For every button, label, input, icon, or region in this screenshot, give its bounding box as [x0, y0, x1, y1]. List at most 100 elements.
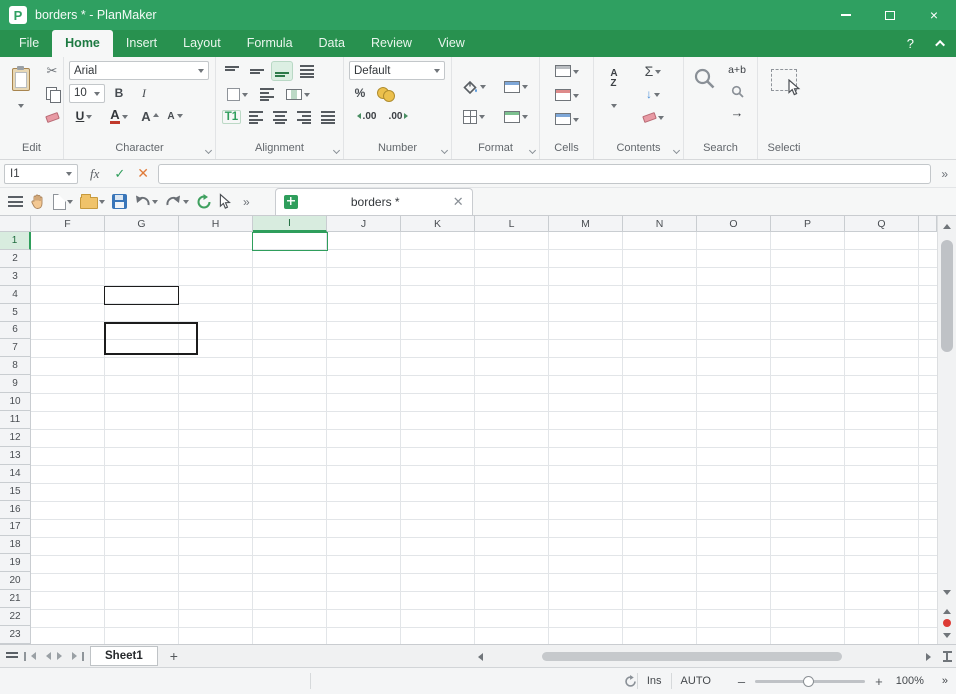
- goto-button[interactable]: →: [723, 103, 751, 121]
- fill-color-button[interactable]: [457, 76, 491, 98]
- scroll-right-button[interactable]: [922, 653, 938, 661]
- tab-data[interactable]: Data: [306, 30, 358, 57]
- cell-style-button[interactable]: [499, 106, 533, 128]
- justify-button[interactable]: [317, 107, 338, 127]
- row-header[interactable]: 6: [0, 322, 31, 340]
- paste-options-button[interactable]: [18, 100, 24, 111]
- insert-function-button[interactable]: fx: [84, 166, 105, 182]
- sync-status-button[interactable]: [624, 669, 637, 693]
- cancel-entry-button[interactable]: ✕: [134, 165, 152, 182]
- tab-formula[interactable]: Formula: [234, 30, 306, 57]
- minimize-button[interactable]: [824, 0, 868, 30]
- insert-mode-indicator[interactable]: Ins: [638, 675, 671, 687]
- insert-cells-button[interactable]: [548, 61, 586, 81]
- column-header[interactable]: I: [253, 216, 327, 232]
- zoom-in-button[interactable]: +: [871, 674, 887, 689]
- orientation-button[interactable]: T1: [221, 107, 242, 127]
- row-header[interactable]: 20: [0, 572, 31, 590]
- sort-options-button[interactable]: [611, 100, 617, 111]
- cell-size-button[interactable]: [548, 109, 586, 129]
- align-left-button[interactable]: [245, 107, 266, 127]
- currency-button[interactable]: [374, 83, 396, 103]
- column-header[interactable]: L: [475, 216, 549, 232]
- row-header[interactable]: 10: [0, 393, 31, 411]
- status-overflow-button[interactable]: »: [933, 675, 956, 687]
- tab-view[interactable]: View: [425, 30, 478, 57]
- row-header[interactable]: 11: [0, 411, 31, 429]
- borders-button[interactable]: [457, 106, 491, 128]
- confirm-entry-button[interactable]: ✓: [111, 166, 128, 182]
- row-header[interactable]: 4: [0, 286, 31, 304]
- search-button[interactable]: [689, 61, 719, 95]
- sidebar-menu-button[interactable]: [8, 190, 23, 214]
- cells-area[interactable]: [31, 232, 937, 644]
- record-indicator[interactable]: [938, 616, 956, 630]
- zoom-level-value[interactable]: 100%: [887, 675, 933, 687]
- scroll-left-button[interactable]: [470, 653, 486, 661]
- scroll-down-button[interactable]: [938, 586, 956, 602]
- row-header[interactable]: 23: [0, 626, 31, 644]
- percent-button[interactable]: %: [349, 83, 371, 103]
- column-header[interactable]: H: [179, 216, 253, 232]
- split-view-handle[interactable]: [940, 650, 954, 663]
- last-sheet-button[interactable]: [72, 648, 84, 664]
- tab-insert[interactable]: Insert: [113, 30, 170, 57]
- underline-button[interactable]: U: [69, 106, 99, 126]
- valign-center-button[interactable]: [246, 61, 268, 81]
- copy-button[interactable]: [41, 84, 63, 104]
- format-painter-button[interactable]: [41, 107, 63, 127]
- column-header[interactable]: K: [401, 216, 475, 232]
- collapse-ribbon-button[interactable]: [926, 30, 956, 57]
- zoom-out-button[interactable]: –: [734, 674, 749, 689]
- number-format-select[interactable]: Default: [349, 61, 445, 80]
- object-mode-button[interactable]: [219, 190, 232, 214]
- tab-home[interactable]: Home: [52, 30, 113, 57]
- toolbar-overflow-button[interactable]: »: [239, 195, 254, 209]
- column-header[interactable]: P: [771, 216, 845, 232]
- row-header[interactable]: 3: [0, 268, 31, 286]
- horizontal-scroll-thumb[interactable]: [542, 652, 842, 661]
- scroll-up-button[interactable]: [938, 216, 956, 232]
- row-header[interactable]: 8: [0, 357, 31, 375]
- first-sheet-button[interactable]: [24, 648, 36, 664]
- bold-button[interactable]: B: [108, 83, 130, 103]
- undo-button[interactable]: [134, 190, 158, 214]
- sheet-list-button[interactable]: [6, 644, 18, 668]
- delete-cells-button[interactable]: [548, 85, 586, 105]
- row-header[interactable]: 2: [0, 250, 31, 268]
- vertical-scroll-thumb[interactable]: [941, 240, 953, 352]
- column-header[interactable]: J: [327, 216, 401, 232]
- recalculate-button[interactable]: [196, 190, 212, 214]
- text-direction-button[interactable]: [296, 61, 318, 81]
- help-button[interactable]: ?: [895, 30, 926, 57]
- document-tab[interactable]: borders * ✕: [275, 188, 473, 215]
- selection-mode-button[interactable]: [764, 61, 804, 99]
- row-header[interactable]: 22: [0, 608, 31, 626]
- pan-mode-button[interactable]: [30, 190, 46, 214]
- formula-bar-overflow-button[interactable]: »: [937, 167, 952, 181]
- grow-font-button[interactable]: A: [139, 106, 161, 126]
- row-header[interactable]: 19: [0, 554, 31, 572]
- open-document-button[interactable]: [80, 190, 105, 214]
- row-header[interactable]: 14: [0, 465, 31, 483]
- save-button[interactable]: [112, 190, 127, 214]
- tab-file[interactable]: File: [6, 30, 52, 57]
- tab-review[interactable]: Review: [358, 30, 425, 57]
- replace-button[interactable]: a+b: [723, 61, 751, 79]
- new-document-button[interactable]: [53, 190, 73, 214]
- close-document-icon[interactable]: ✕: [453, 194, 464, 210]
- clear-contents-button[interactable]: [633, 107, 673, 127]
- column-header[interactable]: O: [697, 216, 771, 232]
- row-header[interactable]: 7: [0, 339, 31, 357]
- font-size-select[interactable]: 10: [69, 84, 105, 103]
- horizontal-scroll-track[interactable]: [486, 651, 922, 662]
- sort-button[interactable]: AZ: [599, 61, 629, 97]
- vertical-scroll-track[interactable]: [938, 232, 956, 586]
- column-header[interactable]: N: [623, 216, 697, 232]
- row-header[interactable]: 18: [0, 536, 31, 554]
- row-header[interactable]: 13: [0, 447, 31, 465]
- recalc-mode-indicator[interactable]: AUTO: [672, 675, 720, 687]
- cut-button[interactable]: ✂: [41, 61, 63, 81]
- redo-button[interactable]: [165, 190, 189, 214]
- merge-cells-button[interactable]: [281, 84, 315, 104]
